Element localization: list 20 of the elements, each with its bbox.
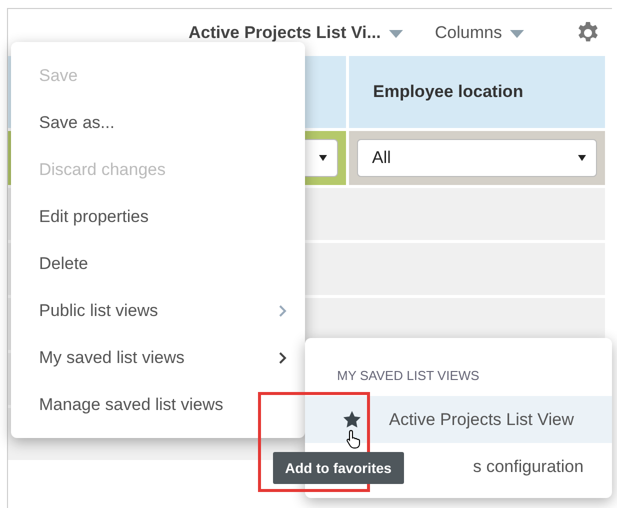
- submenu-heading: MY SAVED LIST VIEWS: [336, 367, 480, 385]
- caret-icon[interactable]: [510, 30, 524, 38]
- tooltip: Add to favorites: [273, 452, 404, 484]
- filter-dropdown[interactable]: All: [357, 139, 597, 177]
- star-icon[interactable]: [343, 411, 361, 428]
- caret-icon[interactable]: [388, 30, 403, 38]
- menu-item[interactable]: My saved list views: [11, 334, 305, 381]
- column-header: Employee location: [349, 56, 605, 128]
- view-title[interactable]: Active Projects List Vi...: [188, 22, 381, 42]
- columns-menu[interactable]: Columns: [434, 22, 502, 42]
- menu-item[interactable]: Save as...: [11, 99, 305, 146]
- menu-item[interactable]: Edit properties: [11, 193, 305, 240]
- dropdown-arrow-icon: [578, 155, 586, 161]
- menu-item[interactable]: Delete: [11, 240, 305, 287]
- menu-item[interactable]: Public list views: [11, 287, 305, 334]
- menu-item[interactable]: Manage saved list views: [11, 381, 305, 428]
- dropdown-arrow-icon: [319, 155, 327, 161]
- settings-icon[interactable]: [576, 20, 600, 44]
- submenu-item[interactable]: Active Projects List View: [305, 396, 612, 443]
- hand-cursor-icon: [346, 429, 362, 449]
